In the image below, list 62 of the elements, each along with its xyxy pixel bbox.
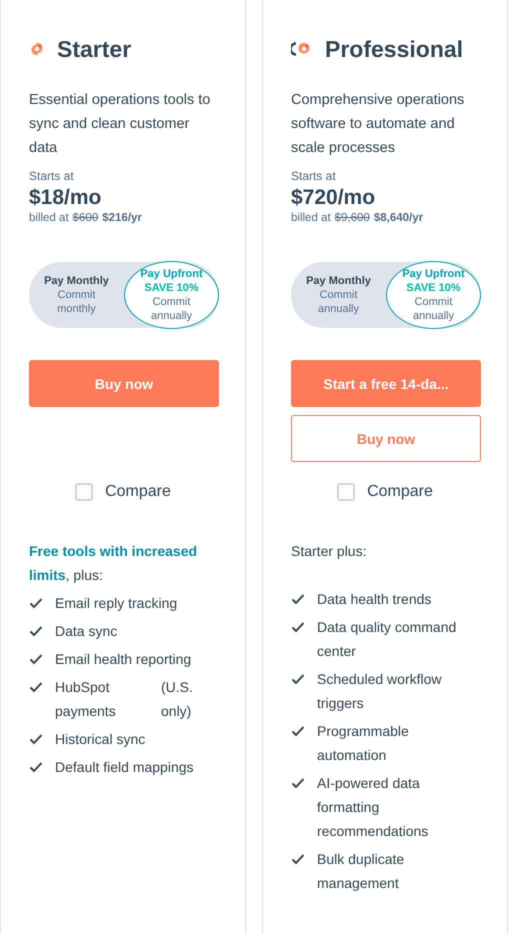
old-price: $600 (72, 212, 98, 224)
option-subtitle: Commit annually (150, 295, 193, 323)
option-title: Pay Upfront (402, 267, 465, 281)
plan-name: Professional (325, 36, 464, 62)
starts-label: Starts at (291, 169, 337, 183)
feature-text: HubSpot payments (55, 678, 117, 721)
check-icon (29, 652, 43, 666)
features-intro: Free tools with increased limits, plus: (29, 542, 198, 585)
save-label: SAVE 10% (144, 281, 199, 295)
old-price: $9,600 (334, 212, 370, 224)
check-icon (291, 724, 305, 738)
billing-option[interactable]: Pay Upfront SAVE 10% Commit annually (124, 261, 219, 329)
annual-price: $8,640/yr (374, 212, 424, 224)
starts-label: Starts at (29, 169, 75, 183)
compare-checkbox[interactable] (337, 483, 356, 501)
check-icon (291, 620, 305, 634)
annual-price: $216/yr (102, 212, 142, 224)
feature-text: Bulk duplicate management (317, 850, 406, 893)
gear-icon (29, 41, 45, 57)
billed-label: billed at (29, 212, 69, 224)
check-icon (291, 672, 305, 686)
feature-text: Email reply tracking (55, 594, 178, 613)
plan-price: $720/mo (291, 186, 376, 210)
features-intro: Starter plus: (291, 542, 368, 561)
feature-text: Data quality command center (317, 618, 458, 661)
billing-option[interactable]: Pay Monthly Commit annually (291, 261, 386, 329)
feature-text: Programmable automation (317, 722, 410, 765)
billing-toggle[interactable]: Pay Monthly Commit monthly Pay Upfront SAVE 10% Commit annually (29, 262, 219, 328)
feature-note: (U.S. only) (161, 678, 194, 721)
billing-option[interactable]: Pay Upfront SAVE 10% Commit annually (386, 261, 481, 329)
feature-text: Email health reporting (55, 650, 192, 669)
check-icon (29, 680, 43, 694)
option-subtitle: Commit annually (316, 288, 360, 316)
option-subtitle: Commit annually (412, 295, 455, 323)
feature-text: Data health trends (317, 590, 432, 609)
feature-text: AI-powered data formatting recommendations (317, 774, 430, 841)
option-title: Pay Upfront (140, 267, 203, 281)
check-icon (291, 776, 305, 790)
feature-text: Historical sync (55, 730, 146, 749)
check-icon (29, 596, 43, 610)
billed-label: billed at (291, 212, 331, 224)
billing-toggle[interactable]: Pay Monthly Commit annually Pay Upfront SAVE 10% Commit annually (291, 262, 481, 328)
compare-label[interactable]: Compare (105, 483, 171, 501)
check-icon (291, 852, 305, 866)
check-icon (29, 760, 43, 774)
option-title: Pay Monthly (306, 274, 371, 288)
feature-text: Scheduled workflow triggers (317, 670, 443, 713)
plan-description: Essential operations tools to sync and clean customer data (29, 91, 212, 158)
option-title: Pay Monthly (44, 274, 109, 288)
check-icon (291, 592, 305, 606)
compare-checkbox[interactable] (75, 483, 94, 501)
compare-label[interactable]: Compare (367, 483, 433, 501)
check-icon (29, 624, 43, 638)
save-label: SAVE 10% (406, 281, 461, 295)
plan-price: $18/mo (29, 186, 102, 210)
check-icon (29, 732, 43, 746)
plan-description: Comprehensive operations software to automate and scale processes (291, 91, 466, 158)
feature-text: Data sync (55, 622, 118, 641)
plan-name: Starter (57, 36, 132, 62)
billing-option[interactable]: Pay Monthly Commit monthly (29, 261, 124, 329)
feature-text: Default field mappings (55, 758, 195, 777)
option-subtitle: Commit monthly (56, 288, 97, 316)
